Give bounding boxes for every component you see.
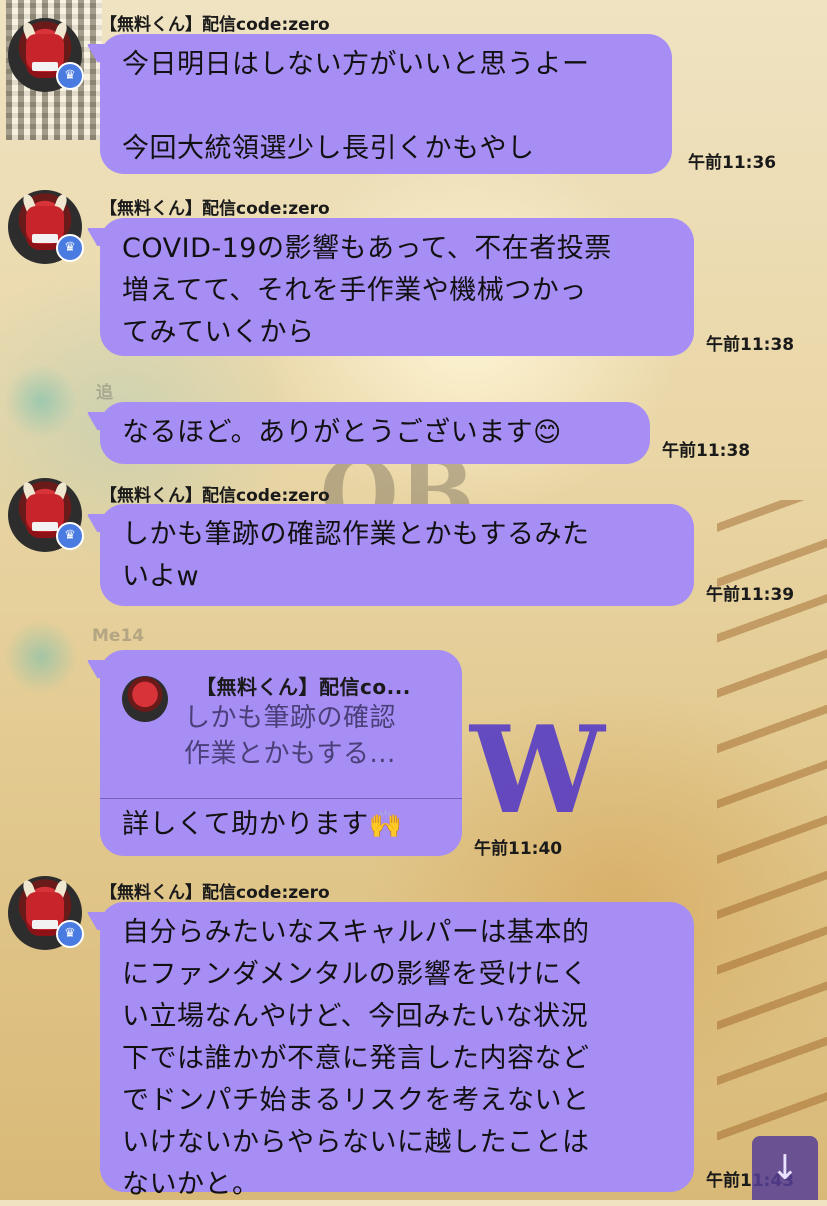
quoted-text: しかも筆跡の確認 作業とかもする... bbox=[184, 703, 397, 769]
message-bubble[interactable]: COVID-19の影響もあって、不在者投票 増えてて、それを手作業や機械つかっ … bbox=[100, 218, 694, 356]
sender-avatar[interactable]: ♛ bbox=[8, 190, 84, 264]
message-bubble[interactable]: なるほど。ありがとうございます😊 bbox=[100, 402, 650, 464]
crown-icon: ♛ bbox=[56, 62, 84, 90]
crown-icon: ♛ bbox=[56, 234, 84, 262]
message-time: 午前11:36 bbox=[688, 153, 777, 173]
crown-icon: ♛ bbox=[56, 920, 84, 948]
message-time: 午前11:38 bbox=[706, 335, 795, 355]
message-bubble[interactable]: 自分らみたいなスキャルパーは基本的 にファンダメンタルの影響を受けにく い立場な… bbox=[100, 902, 694, 1200]
message-text: COVID-19の影響もあって、不在者投票 増えてて、それを手作業や機械つかっ … bbox=[122, 233, 612, 348]
user-avatar[interactable] bbox=[4, 364, 78, 438]
message-bubble[interactable]: 今日明日はしない方がいいと思うよー 今回大統領選少し長引くかもやし bbox=[100, 34, 672, 174]
message-text: 自分らみたいなスキャルパーは基本的 にファンダメンタルの影響を受けにく い立場な… bbox=[122, 917, 590, 1200]
sender-name: 【無料くん】配信code:zero bbox=[100, 15, 330, 35]
quoted-avatar bbox=[122, 676, 168, 722]
quoted-message[interactable]: 【無料くん】配信co... しかも筆跡の確認 作業とかもする... bbox=[100, 650, 462, 799]
user-avatar[interactable] bbox=[4, 620, 78, 694]
reply-message-bubble[interactable]: 【無料くん】配信co... しかも筆跡の確認 作業とかもする... 詳しくて助か… bbox=[100, 650, 462, 856]
message-time: 午前11:39 bbox=[706, 585, 795, 605]
sender-avatar[interactable]: ♛ bbox=[8, 18, 84, 92]
crown-icon: ♛ bbox=[56, 522, 84, 550]
user-name: Me14 bbox=[92, 626, 145, 646]
user-name: 追 bbox=[96, 383, 113, 403]
scroll-to-bottom-button[interactable]: ↓ bbox=[752, 1136, 818, 1200]
message-time: 午前11:38 bbox=[662, 441, 751, 461]
sender-avatar[interactable]: ♛ bbox=[8, 478, 84, 552]
sender-name: 【無料くん】配信code:zero bbox=[100, 486, 330, 506]
message-text: 今日明日はしない方がいいと思うよー 今回大統領選少し長引くかもやし bbox=[122, 49, 590, 164]
message-bubble[interactable]: しかも筆跡の確認作業とかもするみた いよw bbox=[100, 504, 694, 606]
arrow-down-icon: ↓ bbox=[770, 1148, 800, 1188]
sender-name: 【無料くん】配信code:zero bbox=[100, 883, 330, 903]
sender-avatar[interactable]: ♛ bbox=[8, 876, 84, 950]
background-w-graphic: W bbox=[470, 700, 605, 841]
sender-name: 【無料くん】配信code:zero bbox=[100, 199, 330, 219]
message-text: 詳しくて助かります🙌 bbox=[122, 809, 403, 840]
message-text: しかも筆跡の確認作業とかもするみた いよw bbox=[122, 519, 590, 592]
message-text: なるほど。ありがとうございます😊 bbox=[122, 417, 562, 448]
message-time: 午前11:40 bbox=[474, 839, 563, 859]
